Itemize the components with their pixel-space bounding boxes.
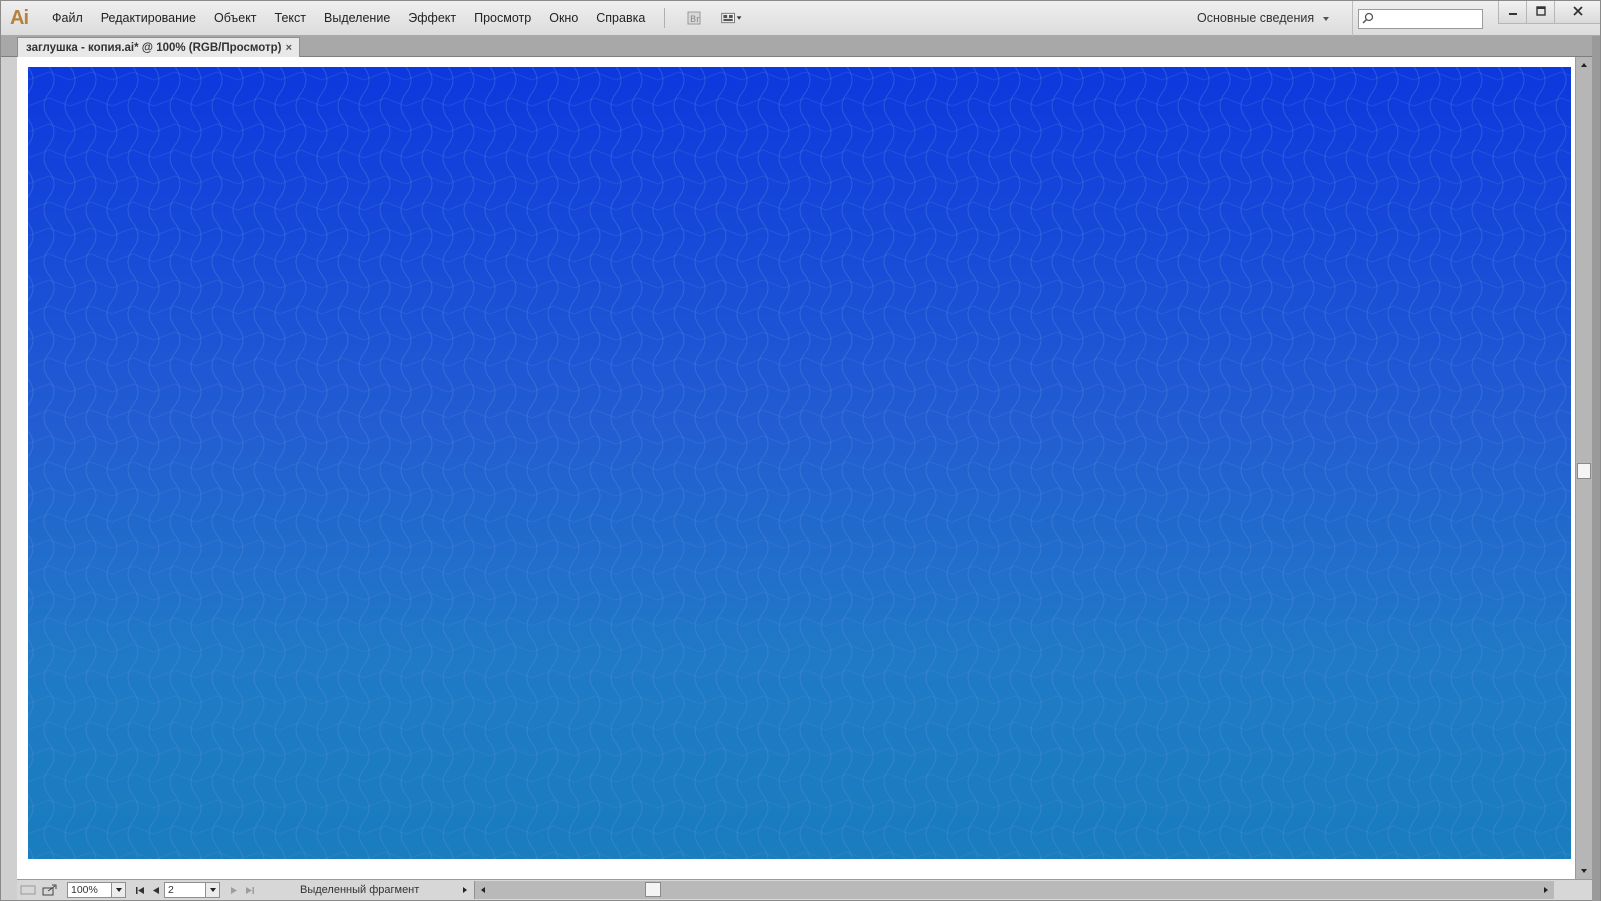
next-artboard-icon[interactable] xyxy=(226,882,242,898)
minimize-button[interactable] xyxy=(1498,1,1526,24)
horizontal-scrollbar[interactable] xyxy=(474,881,1554,899)
share-icon[interactable] xyxy=(39,881,61,899)
vertical-scrollbar[interactable] xyxy=(1575,57,1592,879)
artboard-number-field[interactable]: 2 xyxy=(164,882,206,898)
workspace-label: Основные сведения xyxy=(1197,11,1315,25)
menu-window[interactable]: Окно xyxy=(540,1,587,36)
first-artboard-icon[interactable] xyxy=(132,882,148,898)
status-menu-arrow-icon[interactable] xyxy=(458,886,472,894)
scroll-down-icon[interactable] xyxy=(1576,863,1592,879)
close-icon xyxy=(1572,5,1583,19)
menu-bar: Ai Файл Редактирование Объект Текст Выде… xyxy=(1,1,1600,36)
bridge-icon[interactable]: Br xyxy=(683,8,705,28)
app-logo: Ai xyxy=(10,6,29,29)
status-text[interactable]: Выделенный фрагмент xyxy=(258,884,458,896)
document-tab[interactable]: заглушка - копия.ai* @ 100% (RGB/Просмот… xyxy=(17,37,300,57)
artboard[interactable] xyxy=(28,67,1571,859)
menu-view[interactable]: Просмотр xyxy=(465,1,540,36)
illustrator-window: Ai Файл Редактирование Объект Текст Выде… xyxy=(0,0,1601,901)
main-menu: Файл Редактирование Объект Текст Выделен… xyxy=(43,1,751,36)
menu-help[interactable]: Справка xyxy=(587,1,654,36)
canvas-area[interactable] xyxy=(17,57,1575,879)
vertical-scroll-thumb[interactable] xyxy=(1577,463,1591,479)
zoom-dropdown-icon[interactable] xyxy=(112,882,126,898)
svg-text:Br: Br xyxy=(690,15,700,25)
artboard-pattern xyxy=(28,67,1571,859)
scroll-left-icon[interactable] xyxy=(475,881,491,899)
document-tab-bar: заглушка - копия.ai* @ 100% (RGB/Просмот… xyxy=(1,36,1600,57)
tab-close-icon[interactable]: × xyxy=(286,42,292,54)
search-icon xyxy=(1362,12,1374,27)
chevron-down-icon xyxy=(1322,1,1330,36)
workspace-switcher[interactable]: Основные сведения xyxy=(1197,1,1354,36)
document-tab-title: заглушка - копия.ai* @ 100% (RGB/Просмот… xyxy=(26,41,282,54)
window-controls xyxy=(1498,1,1600,24)
scroll-up-icon[interactable] xyxy=(1576,57,1592,73)
maximize-icon xyxy=(1535,5,1546,19)
search-input[interactable] xyxy=(1376,12,1476,26)
last-artboard-icon[interactable] xyxy=(242,882,258,898)
maximize-button[interactable] xyxy=(1526,1,1554,24)
arrange-documents-icon[interactable] xyxy=(721,8,743,28)
menu-type[interactable]: Текст xyxy=(266,1,315,36)
close-window-button[interactable] xyxy=(1554,1,1600,24)
status-bar: 100% 2 Выделенный фрагмент xyxy=(17,879,1592,900)
previous-artboard-icon[interactable] xyxy=(148,882,164,898)
zoom-field[interactable]: 100% xyxy=(67,882,112,898)
menu-edit[interactable]: Редактирование xyxy=(92,1,205,36)
minimize-icon xyxy=(1508,5,1518,19)
horizontal-scroll-thumb[interactable] xyxy=(645,882,661,897)
menu-separator xyxy=(664,8,666,28)
scroll-right-icon[interactable] xyxy=(1538,881,1554,899)
menu-select[interactable]: Выделение xyxy=(315,1,399,36)
search-field[interactable] xyxy=(1358,9,1483,29)
panel-gutter xyxy=(1592,36,1600,901)
artboard-dropdown-icon[interactable] xyxy=(206,882,220,898)
menu-effect[interactable]: Эффект xyxy=(399,1,465,36)
menu-file[interactable]: Файл xyxy=(43,1,92,36)
artboard-navigator-icon[interactable] xyxy=(17,881,39,899)
menu-object[interactable]: Объект xyxy=(205,1,266,36)
